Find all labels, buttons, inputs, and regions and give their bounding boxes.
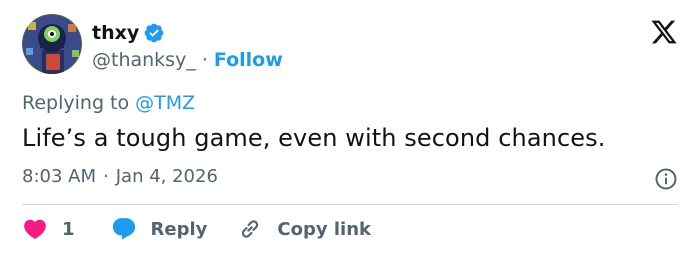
avatar[interactable]: [22, 14, 82, 74]
divider: [22, 204, 678, 205]
tweet-time: 8:03 AM: [22, 166, 96, 187]
copy-link-label: Copy link: [277, 218, 371, 240]
info-icon[interactable]: [654, 167, 678, 191]
user-handle[interactable]: @thanksy_: [92, 49, 196, 71]
replying-to-prefix: Replying to: [22, 92, 130, 114]
replying-to-mention[interactable]: @TMZ: [135, 92, 195, 114]
handle-row: @thanksy_ · Follow: [92, 47, 283, 73]
verified-badge-icon: [143, 22, 165, 44]
copy-link-button[interactable]: Copy link: [237, 216, 371, 242]
user-name-row: thxy: [92, 20, 165, 46]
reply-bubble-icon: [112, 218, 135, 240]
x-logo-icon[interactable]: [650, 18, 678, 46]
display-name[interactable]: thxy: [92, 22, 139, 44]
tweet-timestamp[interactable]: 8:03 AM · Jan 4, 2026: [22, 166, 218, 187]
heart-icon: [24, 219, 46, 239]
link-icon: [242, 220, 259, 238]
handle-separator: ·: [201, 49, 208, 71]
timestamp-separator: ·: [103, 166, 109, 187]
follow-button[interactable]: Follow: [214, 49, 283, 71]
tweet-text: Life’s a tough game, even with second ch…: [22, 124, 606, 152]
reply-button[interactable]: Reply: [111, 216, 208, 242]
like-button[interactable]: 1: [22, 216, 75, 242]
reply-label: Reply: [150, 218, 208, 240]
tweet-date: Jan 4, 2026: [115, 166, 218, 187]
replying-to-line: Replying to @TMZ: [22, 92, 195, 114]
like-count: 1: [62, 218, 75, 240]
action-bar: 1 Reply Copy link: [22, 214, 371, 244]
tweet-embed-card: thxy @thanksy_ · Follow Replying to @TMZ…: [0, 0, 700, 256]
